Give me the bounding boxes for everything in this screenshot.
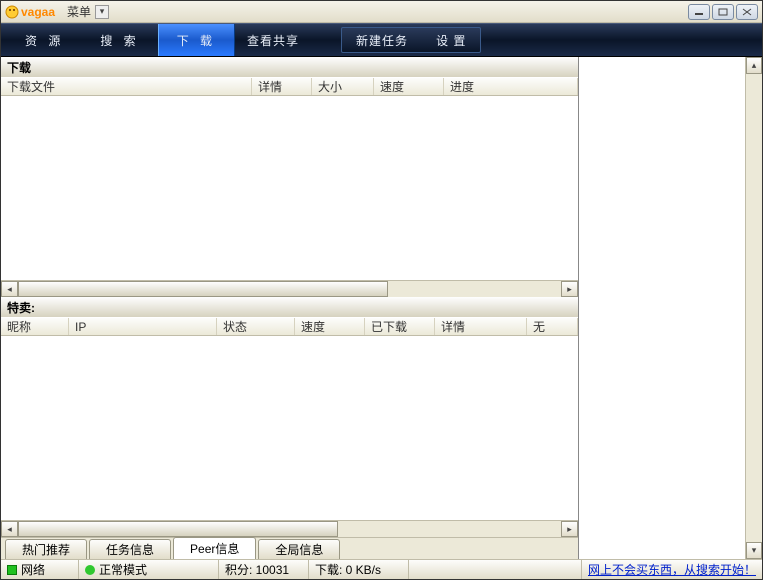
scroll-track[interactable] [746,74,762,542]
col-pdetail[interactable]: 详情 [435,318,527,335]
col-pspeed[interactable]: 速度 [295,318,365,335]
minimize-icon [694,8,704,16]
maximize-icon [718,8,728,16]
col-ip[interactable]: IP [69,318,217,335]
nav-view-share[interactable]: 查看共享 [235,24,311,56]
mode-label: 正常模式 [99,561,147,578]
col-detail[interactable]: 详情 [252,78,312,95]
peer-hscroll[interactable]: ◂ ▸ [1,520,578,537]
peer-table-body [1,336,578,520]
col-nick[interactable]: 昵称 [1,318,69,335]
special-section-title: 特卖: [1,297,578,317]
left-panel: 下载 下载文件 详情 大小 速度 进度 ◂ ▸ 特卖: 昵称 IP 状态 速度 … [1,57,579,559]
tab-hot[interactable]: 热门推荐 [5,539,87,559]
col-status[interactable]: 状态 [217,318,295,335]
right-panel: ▴ ▾ [579,57,762,559]
download-table-header: 下载文件 详情 大小 速度 进度 [1,77,578,96]
mode-status-icon [85,565,95,575]
brand-text: vagaa [21,5,55,19]
nav-download[interactable]: 下 载 [158,24,235,56]
tab-task-info[interactable]: 任务信息 [89,539,171,559]
close-icon [742,8,752,16]
tab-global-info[interactable]: 全局信息 [258,539,340,559]
nav-search[interactable]: 搜 索 [82,24,157,56]
scroll-right-icon[interactable]: ▸ [561,521,578,537]
status-spacer [409,560,582,579]
nav-settings[interactable]: 设 置 [422,28,480,52]
hint-link[interactable]: 网上不会买东西，从搜索开始！ [588,561,756,578]
nav-resources[interactable]: 资 源 [7,24,82,56]
nav-new-task[interactable]: 新建任务 [342,28,422,52]
scroll-down-icon[interactable]: ▾ [746,542,762,559]
download-section-title: 下载 [1,57,578,77]
status-speed: 下载: 0 KB/s [309,560,409,579]
main-nav: 资 源 搜 索 下 载 查看共享 新建任务 设 置 [1,23,762,57]
menu-dropdown-button[interactable]: ▾ [95,5,109,19]
vagaa-icon [5,5,19,19]
network-status-icon [7,565,17,575]
col-size[interactable]: 大小 [312,78,374,95]
maximize-button[interactable] [712,4,734,20]
bottom-tabs: 热门推荐 任务信息 Peer信息 全局信息 [1,537,578,559]
col-file[interactable]: 下载文件 [1,78,252,95]
status-bar: 网络 正常模式 积分: 10031 下载: 0 KB/s 网上不会买东西，从搜索… [1,559,762,579]
scroll-left-icon[interactable]: ◂ [1,521,18,537]
scroll-thumb[interactable] [18,281,388,297]
col-downloaded[interactable]: 已下载 [365,318,435,335]
scroll-up-icon[interactable]: ▴ [746,57,762,74]
peer-table-header: 昵称 IP 状态 速度 已下载 详情 无 [1,317,578,336]
scroll-right-icon[interactable]: ▸ [561,281,578,297]
download-hscroll[interactable]: ◂ ▸ [1,280,578,297]
scroll-track[interactable] [388,281,561,297]
nav-task-box: 新建任务 设 置 [341,27,481,53]
scroll-left-icon[interactable]: ◂ [1,281,18,297]
menu-label[interactable]: 菜单 [67,3,91,20]
status-network: 网络 [1,560,79,579]
minimize-button[interactable] [688,4,710,20]
chevron-down-icon: ▾ [100,6,105,17]
app-logo: vagaa [5,5,55,19]
status-hint[interactable]: 网上不会买东西，从搜索开始！ [582,560,762,579]
col-speed[interactable]: 速度 [374,78,444,95]
download-table-body [1,96,578,280]
tab-peer-info[interactable]: Peer信息 [173,537,256,559]
status-points: 积分: 10031 [219,560,309,579]
col-extra[interactable]: 无 [527,318,578,335]
scroll-thumb[interactable] [18,521,338,537]
titlebar: vagaa 菜单 ▾ [1,1,762,23]
status-mode: 正常模式 [79,560,219,579]
body: 下载 下载文件 详情 大小 速度 进度 ◂ ▸ 特卖: 昵称 IP 状态 速度 … [1,57,762,559]
scroll-track[interactable] [338,521,561,537]
col-progress[interactable]: 进度 [444,78,578,95]
network-label: 网络 [21,561,45,578]
close-button[interactable] [736,4,758,20]
right-vscroll[interactable]: ▴ ▾ [745,57,762,559]
